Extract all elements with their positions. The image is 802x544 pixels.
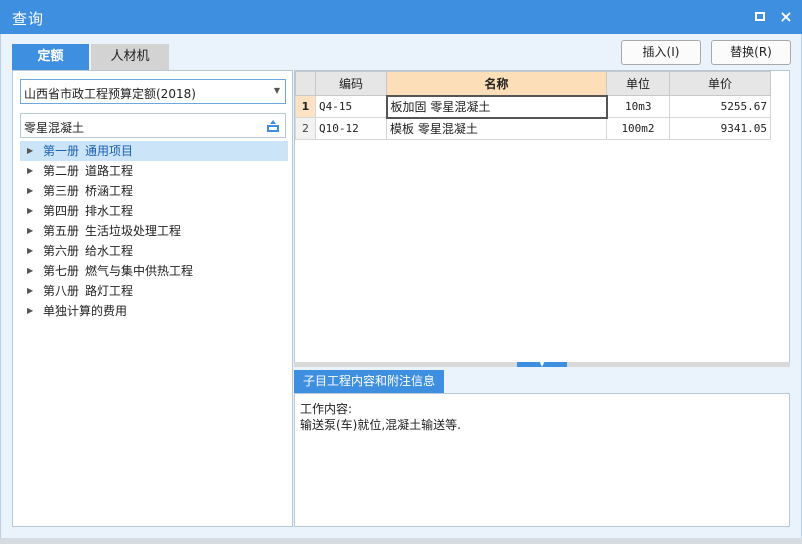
work-content-title: 工作内容: [300, 402, 353, 416]
row-number[interactable]: 2 [295, 117, 316, 140]
tree-item-volume: 第七册 [43, 264, 80, 278]
row-number[interactable]: 1 [295, 95, 316, 118]
cell-name[interactable]: 板加固 零星混凝土 [385, 94, 608, 119]
tab-labor-material-machine[interactable]: 人材机 [91, 44, 169, 70]
tree-item-label: 生活垃圾处理工程 [85, 224, 182, 238]
expand-caret-icon[interactable]: ▶ [27, 141, 33, 161]
cell-code[interactable]: Q4-15 [315, 95, 387, 118]
cell-price[interactable]: 5255.67 [669, 95, 771, 118]
quota-grid: 编码 名称 单位 单价 1 Q4-15 板加固 零星混凝土 10m3 5255.… [294, 70, 790, 363]
tree-item-volume: 第三册 [43, 184, 80, 198]
cell-unit[interactable]: 10m3 [606, 95, 670, 118]
tree-item-volume: 第二册 [43, 164, 80, 178]
tree-item-vol-8[interactable]: ▶ 第八册 路灯工程 [20, 281, 288, 301]
left-panel: 山西省市政工程预算定额(2018) ▼ 零星混凝土 ▶ 第一册 通用项目 ▶ 第二… [12, 70, 293, 527]
tree-item-vol-5[interactable]: ▶ 第五册 生活垃圾处理工程 [20, 221, 288, 241]
tree-item-label: 排水工程 [85, 204, 134, 218]
expand-caret-icon[interactable]: ▶ [27, 281, 33, 301]
cell-code[interactable]: Q10-12 [315, 117, 387, 140]
cell-price[interactable]: 9341.05 [669, 117, 771, 140]
search-input[interactable]: 零星混凝土 [20, 113, 286, 138]
tree-item-vol-1[interactable]: ▶ 第一册 通用项目 [20, 141, 288, 161]
tree-item-vol-6[interactable]: ▶ 第六册 给水工程 [20, 241, 288, 261]
tree-item-vol-3[interactable]: ▶ 第三册 桥涵工程 [20, 181, 288, 201]
column-header-name[interactable]: 名称 [386, 71, 607, 96]
column-header-unit[interactable]: 单位 [606, 71, 670, 96]
expand-caret-icon[interactable]: ▶ [27, 161, 33, 181]
chevron-down-icon[interactable]: ▼ [274, 86, 280, 95]
tree-item-volume: 第四册 [43, 204, 80, 218]
tree-item-volume: 第八册 [43, 284, 80, 298]
info-content: 工作内容: 输送泵(车)就位,混凝土输送等. [294, 393, 790, 527]
search-input-value: 零星混凝土 [24, 121, 85, 135]
tree-item-vol-7[interactable]: ▶ 第七册 燃气与集中供热工程 [20, 261, 288, 281]
chapter-tree: ▶ 第一册 通用项目 ▶ 第二册 道路工程 ▶ 第三册 桥涵工程 ▶ 第四册 排水工程 … [20, 141, 288, 321]
table-row[interactable]: 2 Q10-12 模板 零星混凝土 100m2 9341.05 [295, 117, 771, 140]
expand-caret-icon[interactable]: ▶ [27, 221, 33, 241]
tree-item-label: 给水工程 [85, 244, 134, 258]
quota-library-value: 山西省市政工程预算定额(2018) [24, 87, 196, 101]
work-content-text: 输送泵(车)就位,混凝土输送等. [300, 418, 461, 432]
tree-item-separate-costs[interactable]: ▶ 单独计算的费用 [20, 301, 288, 321]
tree-item-vol-2[interactable]: ▶ 第二册 道路工程 [20, 161, 288, 181]
info-panel: 子目工程内容和附注信息 工作内容: 输送泵(车)就位,混凝土输送等. [294, 367, 790, 527]
grid-corner [295, 71, 316, 96]
tab-work-content-notes[interactable]: 子目工程内容和附注信息 [294, 370, 444, 393]
expand-caret-icon[interactable]: ▶ [27, 301, 33, 321]
tree-item-vol-4[interactable]: ▶ 第四册 排水工程 [20, 201, 288, 221]
table-row[interactable]: 1 Q4-15 板加固 零星混凝土 10m3 5255.67 [295, 94, 771, 119]
tree-item-volume: 第一册 [43, 144, 80, 158]
cell-unit[interactable]: 100m2 [606, 117, 670, 140]
quota-library-select[interactable]: 山西省市政工程预算定额(2018) ▼ [20, 79, 286, 104]
replace-button[interactable]: 替换(R) [711, 40, 791, 65]
tree-item-volume: 第六册 [43, 244, 80, 258]
close-icon[interactable]: × [778, 9, 794, 25]
window-bottom-edge [0, 538, 802, 544]
insert-button[interactable]: 插入(I) [621, 40, 701, 65]
tree-item-volume: 第五册 [43, 224, 80, 238]
column-header-code[interactable]: 编码 [315, 71, 387, 96]
column-header-price[interactable]: 单价 [669, 71, 771, 96]
tab-quota[interactable]: 定额 [12, 44, 89, 70]
tree-item-label: 通用项目 [85, 144, 134, 158]
tree-item-label: 燃气与集中供热工程 [85, 264, 194, 278]
tree-item-label: 道路工程 [85, 164, 134, 178]
expand-caret-icon[interactable]: ▶ [27, 241, 33, 261]
search-filter-icon[interactable] [266, 119, 280, 133]
maximize-icon[interactable] [752, 9, 768, 25]
tree-item-label: 单独计算的费用 [43, 304, 128, 318]
title-bar: 查询 × [0, 0, 802, 34]
cell-name[interactable]: 模板 零星混凝土 [386, 117, 607, 140]
tree-item-label: 桥涵工程 [85, 184, 134, 198]
tree-item-label: 路灯工程 [85, 284, 134, 298]
expand-caret-icon[interactable]: ▶ [27, 201, 33, 221]
expand-caret-icon[interactable]: ▶ [27, 261, 33, 281]
window-title: 查询 [12, 10, 45, 28]
expand-caret-icon[interactable]: ▶ [27, 181, 33, 201]
